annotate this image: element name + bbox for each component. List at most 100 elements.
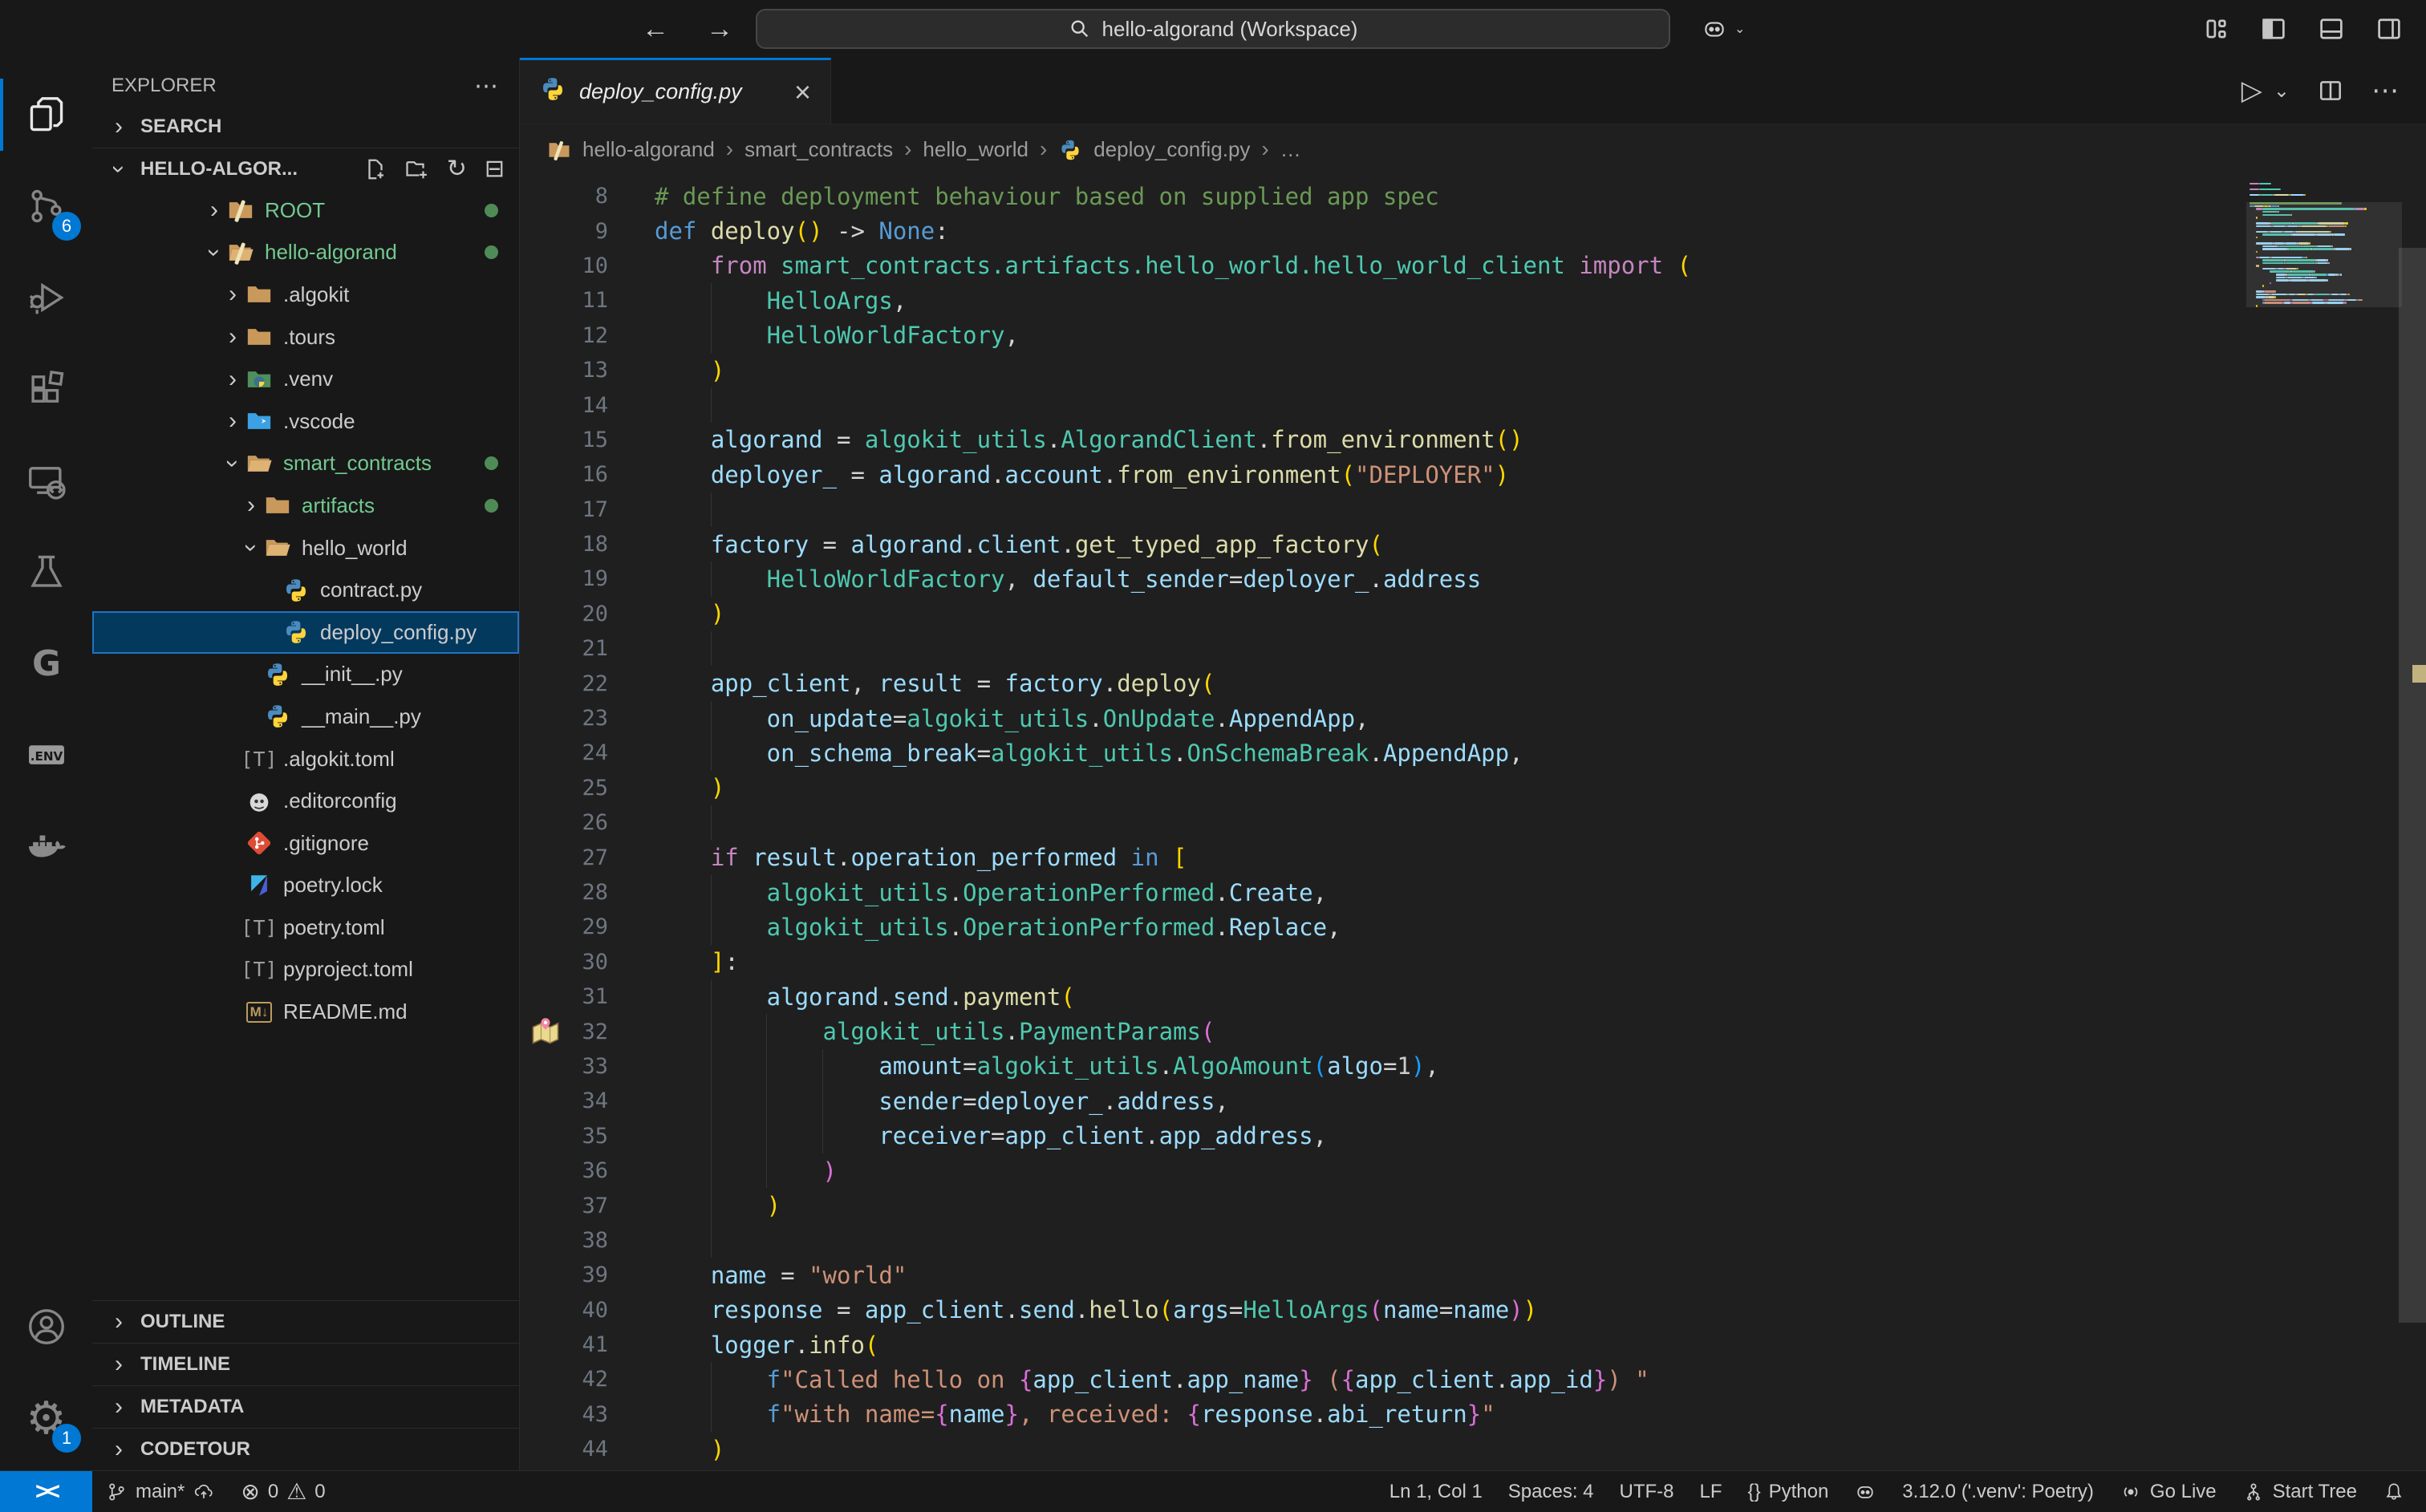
breadcrumb-item[interactable]: smart_contracts: [744, 137, 893, 162]
tree-item-.algokit[interactable]: ›.algokit: [92, 274, 519, 316]
code-line[interactable]: 21: [520, 631, 2426, 666]
tree-item-.editorconfig[interactable]: .editorconfig: [92, 780, 519, 822]
editor-more-actions-icon[interactable]: ⋯: [2371, 75, 2399, 107]
tree-item-.algokit.toml[interactable]: [T].algokit.toml: [92, 738, 519, 780]
tree-item-__init__.py[interactable]: __init__.py: [92, 654, 519, 696]
tree-item-.vscode[interactable]: ›.vscode: [92, 400, 519, 443]
notifications[interactable]: [2370, 1471, 2418, 1512]
code-line[interactable]: 25 ): [520, 771, 2426, 805]
tree-item-smart_contracts[interactable]: ›smart_contracts: [92, 443, 519, 485]
breadcrumb-item[interactable]: hello_world: [923, 137, 1028, 162]
docker-icon[interactable]: [0, 801, 92, 892]
close-icon[interactable]: ×: [794, 75, 811, 109]
customize-layout-icon[interactable]: [2201, 14, 2230, 43]
code-line[interactable]: 27 if result.operation_performed in [: [520, 840, 2426, 874]
explorer-more-icon[interactable]: ⋯: [474, 72, 500, 100]
source-control-icon[interactable]: 6: [0, 160, 92, 252]
code-line[interactable]: 44 ): [520, 1432, 2426, 1466]
tree-item-.venv[interactable]: ›.venv: [92, 358, 519, 400]
tree-item-__main__.py[interactable]: __main__.py: [92, 695, 519, 738]
code-editor[interactable]: 8# define deployment behaviour based on …: [520, 174, 2426, 1470]
problems-item[interactable]: ⊗ 0 ⚠ 0: [228, 1471, 338, 1512]
tree-item-.gitignore[interactable]: .gitignore: [92, 822, 519, 865]
code-line[interactable]: 23 on_update=algokit_utils.OnUpdate.Appe…: [520, 701, 2426, 736]
run-python-file-icon[interactable]: ▷: [2241, 75, 2262, 107]
copilot-menu[interactable]: ⌄: [1701, 15, 1745, 43]
code-line[interactable]: 43 f"with name={name}, received: {respon…: [520, 1397, 2426, 1432]
code-line[interactable]: 34 sender=deployer_.address,: [520, 1084, 2426, 1118]
code-line[interactable]: 18 factory = algorand.client.get_typed_a…: [520, 527, 2426, 561]
code-line[interactable]: 19 HelloWorldFactory, default_sender=dep…: [520, 561, 2426, 596]
code-line[interactable]: 11 HelloArgs,: [520, 283, 2426, 318]
breadcrumb-item[interactable]: hello-algorand: [582, 137, 715, 162]
code-line[interactable]: 22 app_client, result = factory.deploy(: [520, 666, 2426, 700]
code-line[interactable]: 35 receiver=app_client.app_address,: [520, 1119, 2426, 1153]
code-line[interactable]: 33 amount=algokit_utils.AlgoAmount(algo=…: [520, 1049, 2426, 1084]
start-tree[interactable]: Start Tree: [2229, 1471, 2370, 1512]
code-line[interactable]: 38: [520, 1223, 2426, 1258]
scrollbar-thumb[interactable]: [2399, 248, 2426, 1323]
copilot-status[interactable]: [1841, 1471, 1889, 1512]
run-options-chevron-icon[interactable]: ⌄: [2274, 79, 2290, 103]
eol[interactable]: LF: [1687, 1471, 1735, 1512]
algokit-icon[interactable]: G: [0, 618, 92, 709]
forward-arrow-icon[interactable]: →: [706, 14, 733, 45]
toggle-secondary-sidebar-icon[interactable]: [2375, 14, 2404, 43]
collapse-all-icon[interactable]: ⊟: [485, 155, 505, 183]
new-folder-icon[interactable]: [405, 157, 429, 181]
section-metadata[interactable]: ›METADATA: [92, 1385, 519, 1428]
workspace-section-header[interactable]: › HELLO-ALGOR... ↻ ⊟: [92, 148, 519, 189]
tree-item-deploy_config.py[interactable]: deploy_config.py: [92, 611, 519, 654]
tree-item-poetry.toml[interactable]: [T]poetry.toml: [92, 906, 519, 949]
code-line[interactable]: 36 ): [520, 1153, 2426, 1188]
tree-item-poetry.lock[interactable]: poetry.lock: [92, 865, 519, 907]
code-line[interactable]: 29 algokit_utils.OperationPerformed.Repl…: [520, 910, 2426, 944]
code-line[interactable]: 31 algorand.send.payment(: [520, 979, 2426, 1014]
section-timeline[interactable]: ›TIMELINE: [92, 1343, 519, 1385]
tab-deploy-config[interactable]: deploy_config.py ×: [520, 58, 831, 124]
tree-item-ROOT[interactable]: ›ROOT: [92, 189, 519, 232]
breadcrumb-item[interactable]: deploy_config.py: [1093, 137, 1250, 162]
go-live[interactable]: Go Live: [2107, 1471, 2229, 1512]
extensions-icon[interactable]: [0, 343, 92, 435]
editor-scrollbar[interactable]: [2399, 174, 2426, 1470]
code-line[interactable]: 30 ]:: [520, 945, 2426, 979]
explorer-icon[interactable]: [0, 69, 92, 160]
run-debug-icon[interactable]: [0, 252, 92, 343]
code-line[interactable]: 39 name = "world": [520, 1258, 2426, 1292]
refresh-icon[interactable]: ↻: [447, 155, 467, 183]
code-line[interactable]: 32 algokit_utils.PaymentParams(: [520, 1014, 2426, 1048]
code-line[interactable]: 24 on_schema_break=algokit_utils.OnSchem…: [520, 736, 2426, 770]
python-interpreter[interactable]: 3.12.0 ('.venv': Poetry): [1889, 1471, 2107, 1512]
tree-item-pyproject.toml[interactable]: [T]pyproject.toml: [92, 949, 519, 991]
toggle-primary-sidebar-icon[interactable]: [2259, 14, 2288, 43]
code-line[interactable]: 40 response = app_client.send.hello(args…: [520, 1293, 2426, 1328]
tree-item-contract.py[interactable]: contract.py: [92, 569, 519, 611]
code-line[interactable]: 13 ): [520, 353, 2426, 387]
code-line[interactable]: 12 HelloWorldFactory,: [520, 318, 2426, 353]
minimap[interactable]: [2250, 182, 2399, 307]
code-line[interactable]: 26: [520, 805, 2426, 840]
code-line[interactable]: 15 algorand = algokit_utils.AlgorandClie…: [520, 423, 2426, 457]
code-line[interactable]: 42 f"Called hello on {app_client.app_nam…: [520, 1362, 2426, 1396]
code-line[interactable]: 20 ): [520, 597, 2426, 631]
remote-indicator[interactable]: ><: [0, 1471, 92, 1512]
cursor-position[interactable]: Ln 1, Col 1: [1377, 1471, 1495, 1512]
code-line[interactable]: 10 from smart_contracts.artifacts.hello_…: [520, 249, 2426, 283]
indentation[interactable]: Spaces: 4: [1495, 1471, 1607, 1512]
accounts-icon[interactable]: [0, 1281, 92, 1372]
branch-item[interactable]: main*: [92, 1471, 228, 1512]
encoding[interactable]: UTF-8: [1607, 1471, 1687, 1512]
dotenv-icon[interactable]: .ENV: [0, 709, 92, 801]
split-editor-icon[interactable]: [2317, 77, 2344, 104]
breadcrumb-item[interactable]: …: [1280, 137, 1301, 162]
code-line[interactable]: 41 logger.info(: [520, 1328, 2426, 1362]
section-search[interactable]: › SEARCH: [92, 106, 519, 148]
tree-item-README.md[interactable]: M↓README.md: [92, 991, 519, 1033]
toggle-panel-icon[interactable]: [2317, 14, 2346, 43]
code-line[interactable]: 16 deployer_ = algorand.account.from_env…: [520, 457, 2426, 492]
settings-gear-icon[interactable]: ⚙ 1: [0, 1372, 92, 1464]
code-line[interactable]: 28 algokit_utils.OperationPerformed.Crea…: [520, 875, 2426, 910]
code-line[interactable]: 37 ): [520, 1188, 2426, 1222]
minimap-viewport[interactable]: [2246, 202, 2402, 307]
